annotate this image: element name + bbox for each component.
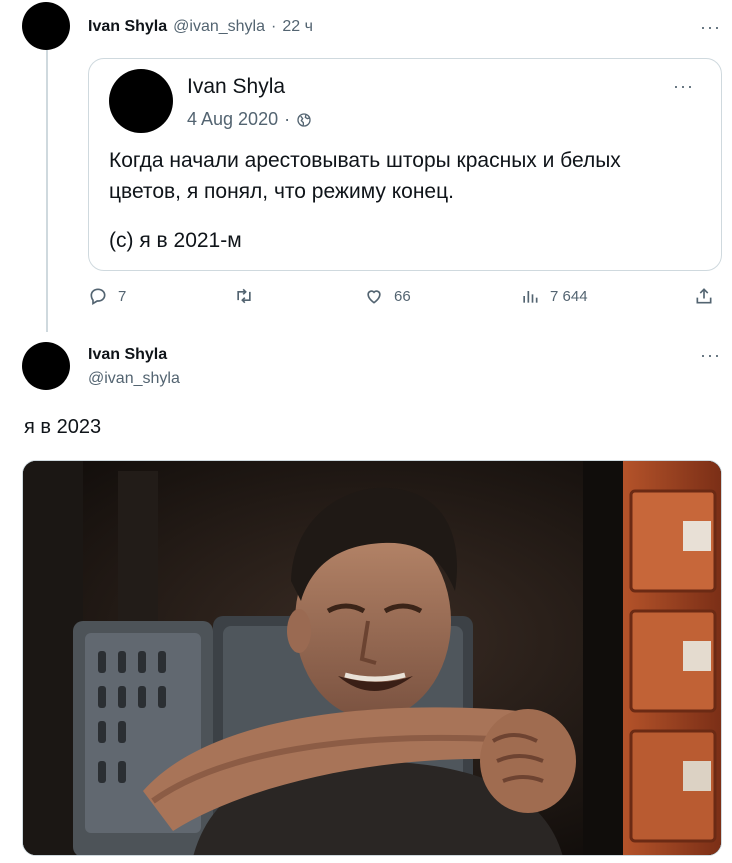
views-count: 7 644 <box>550 287 588 305</box>
quote-avatar <box>109 69 173 133</box>
tweet-media-image[interactable] <box>22 460 722 856</box>
post-time[interactable]: 22 ч <box>282 18 313 36</box>
quote-dot-separator: · <box>284 109 291 129</box>
author-name[interactable]: Ivan Shyla <box>88 346 167 364</box>
quote-text: Когда начали арестовывать шторы красных … <box>109 149 621 203</box>
tweet-header: Ivan Shyla <box>88 346 167 364</box>
reply-count: 7 <box>118 287 127 305</box>
action-bar: 7 66 7 644 <box>88 286 722 314</box>
tweet-text: я в 2023 <box>24 416 102 438</box>
quote-date-row: 4 Aug 2020 · <box>187 109 312 130</box>
share-button[interactable] <box>694 286 714 306</box>
thread-line <box>46 50 48 332</box>
views-button[interactable]: 7 644 <box>520 286 588 306</box>
crying-man-image <box>23 461 721 855</box>
avatar[interactable] <box>22 342 70 390</box>
quote-date: 4 Aug 2020 <box>187 109 279 129</box>
tweet-header: Ivan Shyla @ivan_shyla · 22 ч <box>88 18 313 36</box>
quote-more-icon[interactable]: ··· <box>673 77 694 95</box>
retweet-button[interactable] <box>234 286 254 306</box>
author-name[interactable]: Ivan Shyla <box>88 18 167 36</box>
more-icon[interactable]: ··· <box>700 18 721 36</box>
retweet-icon <box>237 288 251 304</box>
avatar[interactable] <box>22 2 70 50</box>
quoted-tweet[interactable]: Ivan Shyla ··· 4 Aug 2020 · Когда начали… <box>88 58 722 271</box>
like-button[interactable]: 66 <box>364 286 411 306</box>
like-icon <box>367 290 381 304</box>
tweet-handle-row: @ivan_shyla <box>88 370 180 388</box>
reply-icon <box>90 288 106 305</box>
more-icon[interactable]: ··· <box>700 346 721 364</box>
author-handle[interactable]: @ivan_shyla <box>88 370 180 388</box>
share-icon <box>696 288 712 304</box>
dot-separator: · <box>271 18 277 35</box>
views-icon <box>523 291 538 303</box>
author-handle[interactable]: @ivan_shyla <box>173 18 265 36</box>
quote-signature: (с) я в 2021-м <box>109 229 242 252</box>
globe-icon <box>297 112 311 127</box>
quote-author-name: Ivan Shyla <box>187 75 286 98</box>
like-count: 66 <box>394 287 411 305</box>
reply-button[interactable]: 7 <box>88 286 126 306</box>
